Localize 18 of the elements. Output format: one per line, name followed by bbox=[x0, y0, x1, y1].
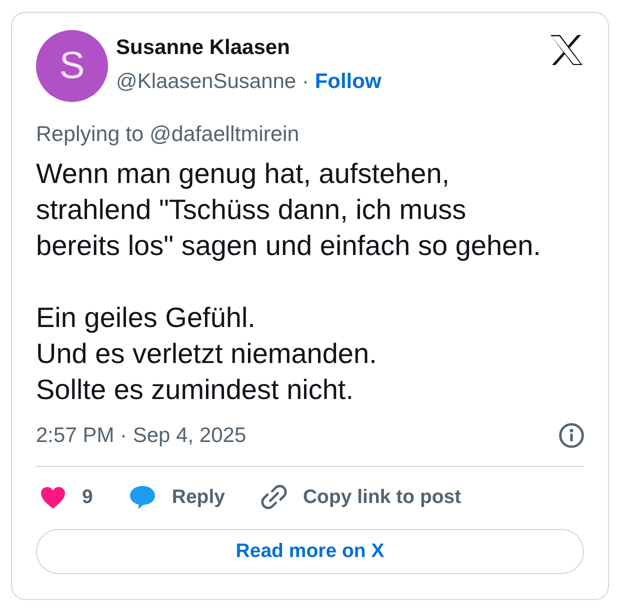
link-icon bbox=[260, 484, 287, 510]
copy-link-button[interactable]: Copy link to post bbox=[260, 481, 462, 513]
like-button[interactable]: 9 bbox=[40, 481, 93, 513]
logo-icon[interactable] bbox=[550, 35, 583, 65]
separator-text: · bbox=[302, 70, 309, 93]
speech-bubble-icon bbox=[128, 484, 156, 510]
read-more-button[interactable]: Read more on X bbox=[36, 529, 584, 574]
reply-button[interactable]: Reply bbox=[128, 481, 225, 513]
avatar: S bbox=[36, 30, 108, 102]
post-text: Wenn man genug hat, aufstehen, strahlend "Tschüss dann, ich muss bereits los" sagen und einfach so gehen. bbox=[36, 157, 542, 263]
info-icon[interactable] bbox=[559, 423, 584, 448]
replying-to-text: Replying to @dafaelltmirein bbox=[36, 122, 300, 146]
follow-link[interactable]: Follow bbox=[314, 70, 382, 93]
timestamp[interactable]: 2:57 PM · Sep 4, 2025 bbox=[36, 424, 246, 448]
author-handle: @KlaasenSusanne bbox=[116, 70, 296, 93]
author-name: Susanne Klaasen bbox=[116, 35, 291, 61]
heart-icon bbox=[40, 486, 66, 508]
post-text: Ein geiles Gefühl. Und es verletzt niemanden. Sollte es zumindest nicht. bbox=[36, 301, 378, 407]
